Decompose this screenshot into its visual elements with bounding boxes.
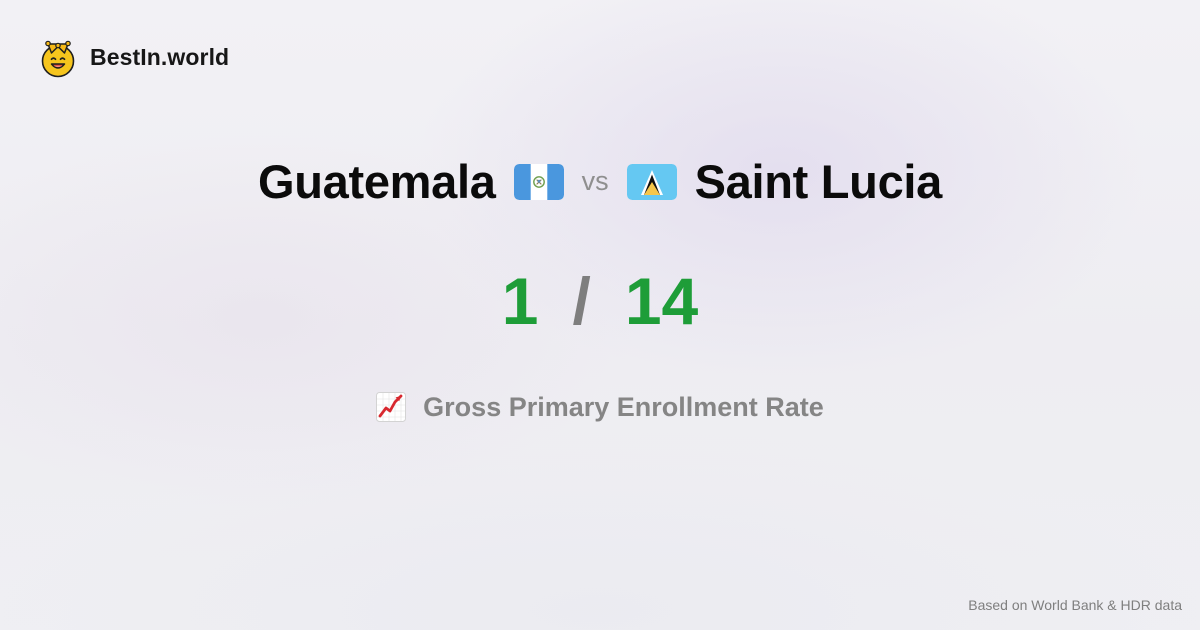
left-rank: 1 bbox=[501, 264, 539, 338]
right-country-name: Saint Lucia bbox=[694, 155, 943, 208]
rank-display: 1 / 14 bbox=[0, 268, 1200, 334]
comparison-title: Guatemala vs Saint Lucia bbox=[0, 158, 1200, 205]
guatemala-flag-icon bbox=[513, 163, 564, 200]
right-rank: 14 bbox=[624, 264, 699, 338]
crown-smile-icon bbox=[41, 40, 75, 78]
brand[interactable]: BestIn.world bbox=[38, 35, 229, 79]
data-source-note: Based on World Bank & HDR data bbox=[968, 597, 1182, 613]
left-country-name: Guatemala bbox=[257, 155, 496, 208]
saint-lucia-flag-icon bbox=[626, 163, 677, 200]
metric-row: Gross Primary Enrollment Rate bbox=[0, 392, 1200, 422]
vs-separator: vs bbox=[581, 166, 609, 196]
metric-label: Gross Primary Enrollment Rate bbox=[423, 391, 824, 422]
rank-separator: / bbox=[572, 264, 591, 338]
chart-increasing-icon bbox=[376, 392, 407, 422]
brand-name: BestIn.world bbox=[90, 43, 230, 70]
share-card: BestIn.world Guatemala vs Saint Lucia 1 … bbox=[0, 0, 1200, 630]
